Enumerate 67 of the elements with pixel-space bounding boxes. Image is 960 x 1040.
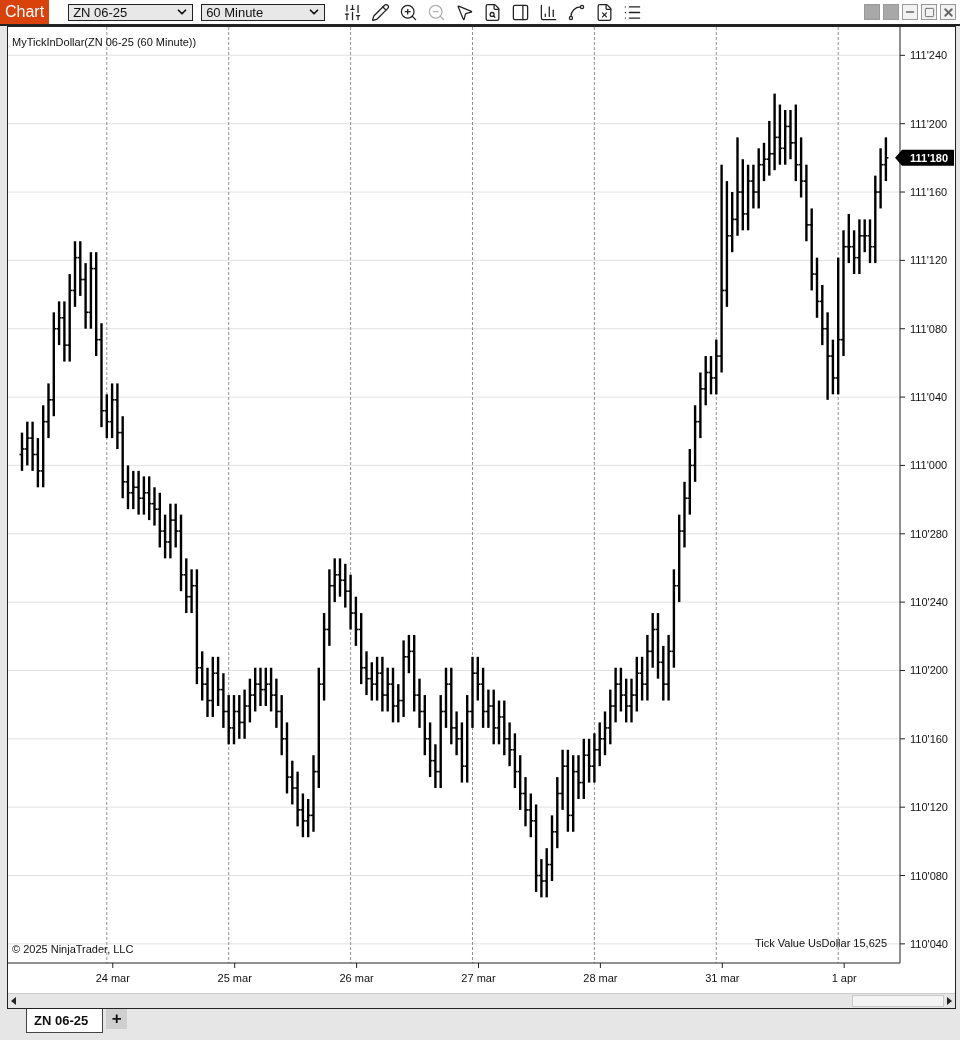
chart-tab[interactable]: ZN 06-25 <box>26 1009 104 1033</box>
close-icon <box>941 5 955 19</box>
axis-label: 110'160 <box>910 732 948 745</box>
add-tab-button[interactable]: + <box>106 1009 128 1029</box>
axis-label: 26 mar <box>339 972 374 984</box>
tick-mark <box>899 875 906 876</box>
interval-dropdown[interactable]: 60 Minute <box>201 3 326 21</box>
axis-label: 110'120 <box>910 801 948 814</box>
tick-mark <box>899 259 906 261</box>
tick-mark <box>899 738 906 740</box>
instrument-dropdown[interactable]: ZN 06-25 <box>68 3 194 21</box>
tick-mark <box>899 54 906 56</box>
axis-label: 110'200 <box>910 664 948 677</box>
tick-mark <box>356 962 358 969</box>
axis-label: 25 mar <box>217 972 252 984</box>
tick-mark <box>112 962 114 969</box>
axis-label: 110'280 <box>910 527 948 540</box>
axis-label: 111'240 <box>910 49 948 62</box>
axis-label: 1 apr <box>831 972 857 984</box>
scroll-left-icon[interactable] <box>11 997 16 1005</box>
panel-icon[interactable] <box>511 2 531 22</box>
minimize-button[interactable] <box>902 4 918 20</box>
tick-mark <box>899 396 906 398</box>
axis-label: 111'040 <box>910 391 948 404</box>
tick-mark <box>899 191 906 193</box>
tick-mark <box>899 464 906 466</box>
axis-label: 110'240 <box>910 596 948 609</box>
maximize-icon <box>923 6 935 18</box>
scroll-right-icon[interactable] <box>947 997 952 1005</box>
axis-label: 28 mar <box>583 972 618 984</box>
axis-label: 111'160 <box>910 186 948 199</box>
tick-mark <box>478 962 479 969</box>
axis-label: 110'080 <box>910 869 948 882</box>
line-chart-icon[interactable] <box>567 2 587 22</box>
axis-label: 31 mar <box>705 972 740 984</box>
tick-mark <box>899 123 906 125</box>
pointer-icon[interactable] <box>455 2 475 22</box>
axis-label: 110'040 <box>910 937 948 950</box>
tick-mark <box>721 962 723 969</box>
axis-label: 111'200 <box>910 117 948 130</box>
tick-mark <box>599 962 601 969</box>
tick-value-text: Tick Value UsDollar 15,625 <box>754 937 887 949</box>
pencil-icon[interactable] <box>371 2 391 22</box>
tick-mark <box>899 806 906 808</box>
axis-label: 111'000 <box>910 459 948 472</box>
tick-mark <box>234 962 236 969</box>
tick-mark <box>899 669 906 671</box>
tick-mark <box>899 601 906 603</box>
maximize-button[interactable] <box>921 4 937 20</box>
scrollbar[interactable] <box>8 993 955 1008</box>
tick-mark <box>843 962 845 969</box>
tick-mark <box>899 533 906 535</box>
price-marker: 111'180 <box>895 149 954 166</box>
axis-label: 111'080 <box>910 322 948 335</box>
zoom-in-icon[interactable] <box>399 2 419 22</box>
axis-label: 111'120 <box>910 254 948 267</box>
axis-label: 24 mar <box>95 972 130 984</box>
chart-menu-button[interactable]: Chart <box>0 0 50 24</box>
indicator-label: MyTickInDollar(ZN 06-25 (60 Minute)) <box>12 36 197 48</box>
bar-chart-icon[interactable] <box>539 2 559 22</box>
copyright-text: © 2025 NinjaTrader, LLC <box>12 943 134 955</box>
sliders-icon[interactable] <box>343 2 363 22</box>
tick-mark <box>899 943 906 945</box>
axis-label: 27 mar <box>461 972 496 984</box>
scroll-thumb[interactable] <box>852 995 944 1007</box>
tick-mark <box>899 328 906 330</box>
close-button[interactable] <box>940 4 956 20</box>
